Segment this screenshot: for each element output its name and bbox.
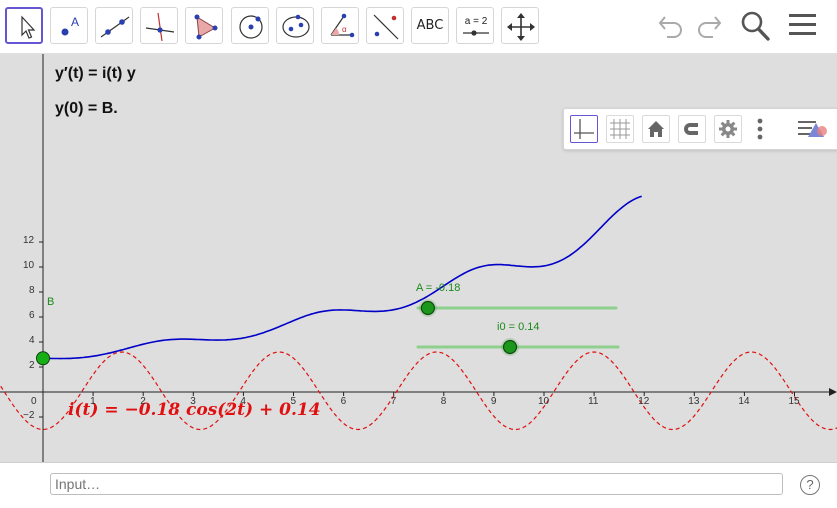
x-tick-label: 13 [688, 396, 700, 407]
x-tick-label: 1 [90, 396, 96, 407]
slider-icon-label: a = 2 [465, 16, 488, 27]
toggle-style-bar-icon[interactable] [796, 115, 830, 147]
x-tick-label: 7 [390, 396, 397, 407]
y-tick-label: −2 [23, 410, 35, 421]
standard-view-button[interactable] [642, 115, 670, 143]
y-tick-label: 8 [29, 285, 35, 296]
circle-tool[interactable] [231, 7, 269, 44]
svg-text:α: α [342, 25, 347, 34]
search-icon[interactable] [739, 8, 773, 46]
graphics-view[interactable]: y′(t) = i(t) y y(0) = B. B A = -0.18 i0 … [0, 54, 837, 462]
y-tick-label: 12 [23, 235, 35, 246]
undo-icon[interactable] [656, 8, 688, 46]
x-tick-label: 6 [340, 396, 347, 407]
svg-text:A: A [71, 15, 79, 29]
home-icon [643, 121, 669, 146]
x-tick-label: 14 [738, 396, 750, 407]
ode-equation: y′(t) = i(t) y [55, 65, 136, 82]
perpendicular-tool[interactable] [140, 7, 178, 44]
y-tick-label: 6 [29, 310, 35, 321]
toolbar: A α ABC a = 2 [0, 0, 837, 54]
axes-toggle-button[interactable] [570, 115, 598, 143]
solution-curve[interactable] [43, 195, 642, 360]
x-tick-label: 15 [788, 396, 800, 407]
x-tick-label: 12 [638, 396, 650, 407]
x-tick-label: 2 [140, 396, 146, 407]
angle-tool[interactable]: α [321, 7, 359, 44]
polygon-tool[interactable] [185, 7, 223, 44]
y-tick-label: 10 [23, 260, 35, 271]
initial-condition: y(0) = B. [55, 100, 118, 117]
slider-i0-knob-halo [501, 338, 519, 356]
slider-a-knob-halo [418, 299, 437, 317]
point-b[interactable] [36, 351, 50, 366]
text-icon: ABC [416, 18, 444, 33]
ellipse-tool[interactable] [276, 7, 314, 44]
x-axis-arrow [829, 388, 837, 396]
slider-tool[interactable]: a = 2 [456, 7, 494, 44]
more-vertical-icon[interactable] [754, 116, 766, 146]
x-tick-label: 9 [490, 396, 497, 407]
point-capturing-button[interactable] [678, 115, 706, 143]
menu-icon[interactable] [787, 8, 819, 46]
help-button[interactable]: ? [800, 475, 820, 495]
reflect-tool[interactable] [366, 7, 404, 44]
x-tick-label: 11 [588, 396, 599, 407]
algebra-input-field[interactable] [50, 473, 783, 495]
x-tick-label: 10 [538, 396, 550, 407]
point-tool[interactable]: A [50, 7, 88, 44]
x-tick-label: 5 [290, 396, 297, 407]
y-tick-label: 2 [29, 360, 35, 371]
move-graphics-tool[interactable] [501, 7, 539, 44]
axes-icon [571, 119, 597, 146]
x-tick-label: 4 [240, 396, 246, 407]
x-tick-label: 0 [31, 396, 37, 407]
gear-icon [715, 120, 741, 146]
redo-icon[interactable] [692, 8, 724, 46]
move-tool[interactable] [5, 7, 43, 44]
graphics-settings-button[interactable] [714, 115, 742, 143]
input-bar: ? [0, 462, 837, 508]
x-tick-label: 3 [190, 396, 196, 407]
slider-i0-label: i0 = 0.14 [497, 321, 540, 333]
y-tick-label: 4 [29, 335, 35, 346]
point-b-label: B [47, 296, 55, 308]
grid-icon [607, 119, 633, 146]
x-tick-label: 8 [440, 396, 447, 407]
magnet-icon [679, 123, 705, 146]
text-tool[interactable]: ABC [411, 7, 449, 44]
graphics-style-bar [563, 108, 837, 150]
line-tool[interactable] [95, 7, 133, 44]
grid-toggle-button[interactable] [606, 115, 634, 143]
slider-a-label: A = -0.18 [416, 282, 461, 294]
